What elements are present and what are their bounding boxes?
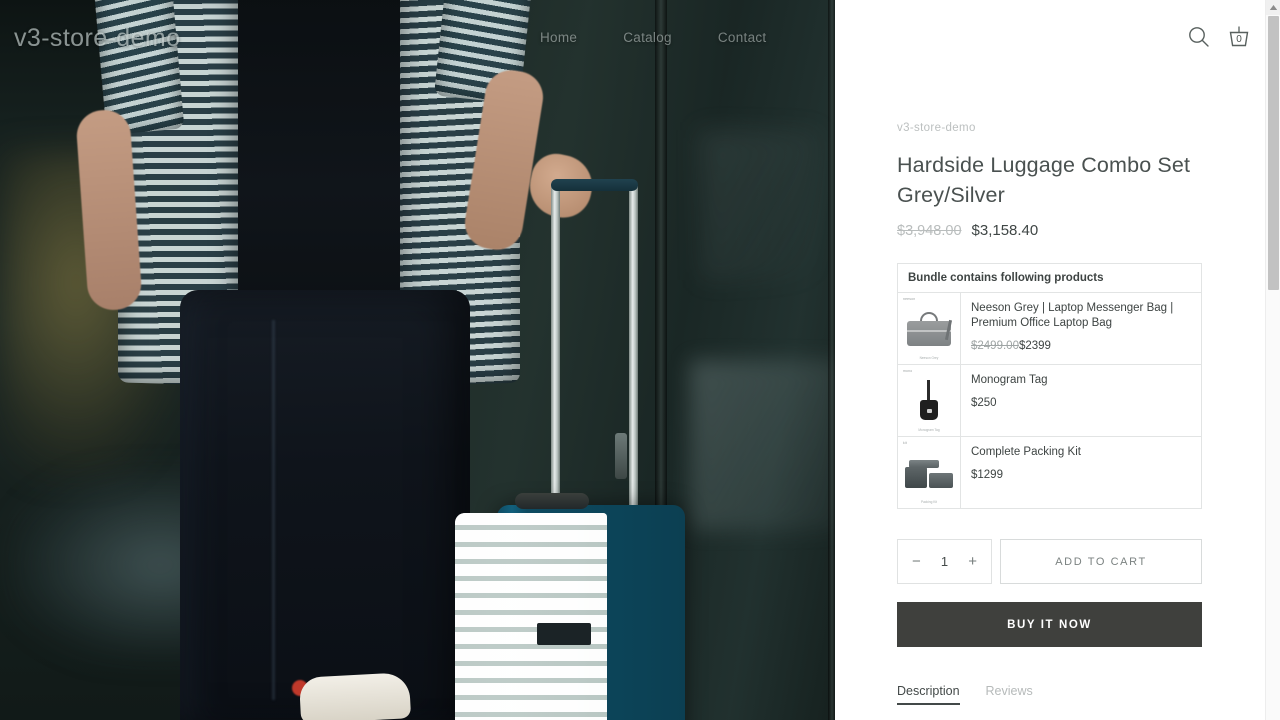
bundle-item-sale-price: $2399: [1018, 340, 1051, 352]
product-vendor[interactable]: v3-store-demo: [897, 122, 1203, 134]
monogram-tag-thumbnail: mono Monogram Tag: [898, 365, 961, 436]
scrollbar-thumb[interactable]: [1268, 16, 1279, 290]
table-row[interactable]: mono Monogram Tag Monogram Tag $250: [898, 365, 1201, 437]
quantity-stepper[interactable]: − 1 +: [897, 539, 992, 584]
current-price: $3,158.40: [971, 222, 1039, 239]
cart-count-badge: 0: [1236, 34, 1242, 45]
nav-item-home[interactable]: Home: [540, 30, 577, 45]
tab-description[interactable]: Description: [897, 684, 960, 705]
suitcase-handle-grip: [551, 179, 638, 191]
thumb-caption: Packing Kit: [921, 500, 937, 504]
compare-at-price: $3,948.00: [897, 223, 962, 239]
table-row[interactable]: neeson Neeson Grey Neeson Grey | Laptop …: [898, 293, 1201, 365]
model-jeans: [180, 290, 470, 720]
thumb-label: neeson: [903, 297, 916, 301]
product-page: v3-store-demo Home Catalog Contact 0 v3-…: [0, 0, 1280, 720]
thumb-caption: Monogram Tag: [918, 428, 940, 432]
nav-item-contact[interactable]: Contact: [718, 30, 767, 45]
thumb-label: mono: [903, 369, 913, 373]
scroll-up-arrow-icon[interactable]: [1266, 0, 1280, 15]
packing-kit-thumbnail: kit Packing Kit: [898, 437, 961, 508]
bundle-table: Bundle contains following products neeso…: [897, 263, 1202, 509]
buy-it-now-button[interactable]: BUY IT NOW: [897, 602, 1202, 647]
product-details-panel: v3-store-demo Hardside Luggage Combo Set…: [835, 0, 1265, 720]
bundle-item-price: $2499.00$2399: [971, 340, 1191, 352]
thumb-label: kit: [903, 441, 907, 445]
window-frame-right: [828, 0, 835, 720]
bundle-item-name: Neeson Grey | Laptop Messenger Bag | Pre…: [971, 302, 1174, 329]
bundle-table-header: Bundle contains following products: [898, 264, 1201, 293]
page-title: Hardside Luggage Combo Set Grey/Silver: [897, 153, 1191, 207]
suitcase-lock: [615, 433, 627, 479]
site-logo[interactable]: v3-store-demo: [14, 24, 180, 53]
hardside-suitcase: [455, 175, 685, 720]
purchase-actions: − 1 + ADD TO CART BUY IT NOW: [897, 539, 1202, 684]
price-block: $3,948.00 $3,158.40: [897, 222, 1203, 239]
suitcase-handle-bar-left: [551, 185, 560, 545]
suitcase-handle-bar-right: [629, 185, 638, 545]
nav-item-catalog[interactable]: Catalog: [623, 30, 672, 45]
product-hero-image[interactable]: [0, 0, 835, 720]
window-reflection-lower: [690, 360, 835, 530]
messenger-bag-thumbnail: neeson Neeson Grey: [898, 293, 961, 364]
table-row[interactable]: kit Packing Kit Complete Packing Kit $12…: [898, 437, 1201, 509]
hero-photo: [0, 0, 835, 720]
window-reflection-upper: [700, 130, 820, 280]
jeans-seam: [272, 320, 275, 700]
suitcase-brand-badge: [537, 623, 591, 645]
suitcase-front-panel: [455, 513, 607, 720]
suitcase-top-handle: [515, 493, 589, 509]
cart-icon[interactable]: 0: [1226, 24, 1252, 50]
add-to-cart-button[interactable]: ADD TO CART: [1000, 539, 1202, 584]
page-scrollbar[interactable]: [1265, 0, 1280, 720]
site-header: v3-store-demo Home Catalog Contact 0: [0, 0, 1280, 70]
model-sneaker: [298, 672, 412, 720]
header-actions: 0: [1186, 24, 1252, 50]
search-icon[interactable]: [1186, 24, 1212, 50]
suitcase-ribs: [455, 513, 607, 720]
quantity-increase-button[interactable]: +: [968, 554, 977, 569]
tab-reviews[interactable]: Reviews: [986, 684, 1033, 705]
quantity-value: 1: [940, 554, 949, 569]
bundle-item-name: Complete Packing Kit: [971, 446, 1081, 458]
bundle-item-price: $1299: [971, 469, 1003, 481]
thumb-caption: Neeson Grey: [919, 356, 939, 360]
bundle-item-name: Monogram Tag: [971, 374, 1048, 386]
main-navigation: Home Catalog Contact: [540, 30, 766, 45]
bundle-item-compare-price: $2499.00: [971, 340, 1019, 352]
product-info-tabs: Description Reviews: [897, 684, 1203, 705]
bundle-item-price: $250: [971, 397, 997, 409]
quantity-decrease-button[interactable]: −: [912, 554, 921, 569]
